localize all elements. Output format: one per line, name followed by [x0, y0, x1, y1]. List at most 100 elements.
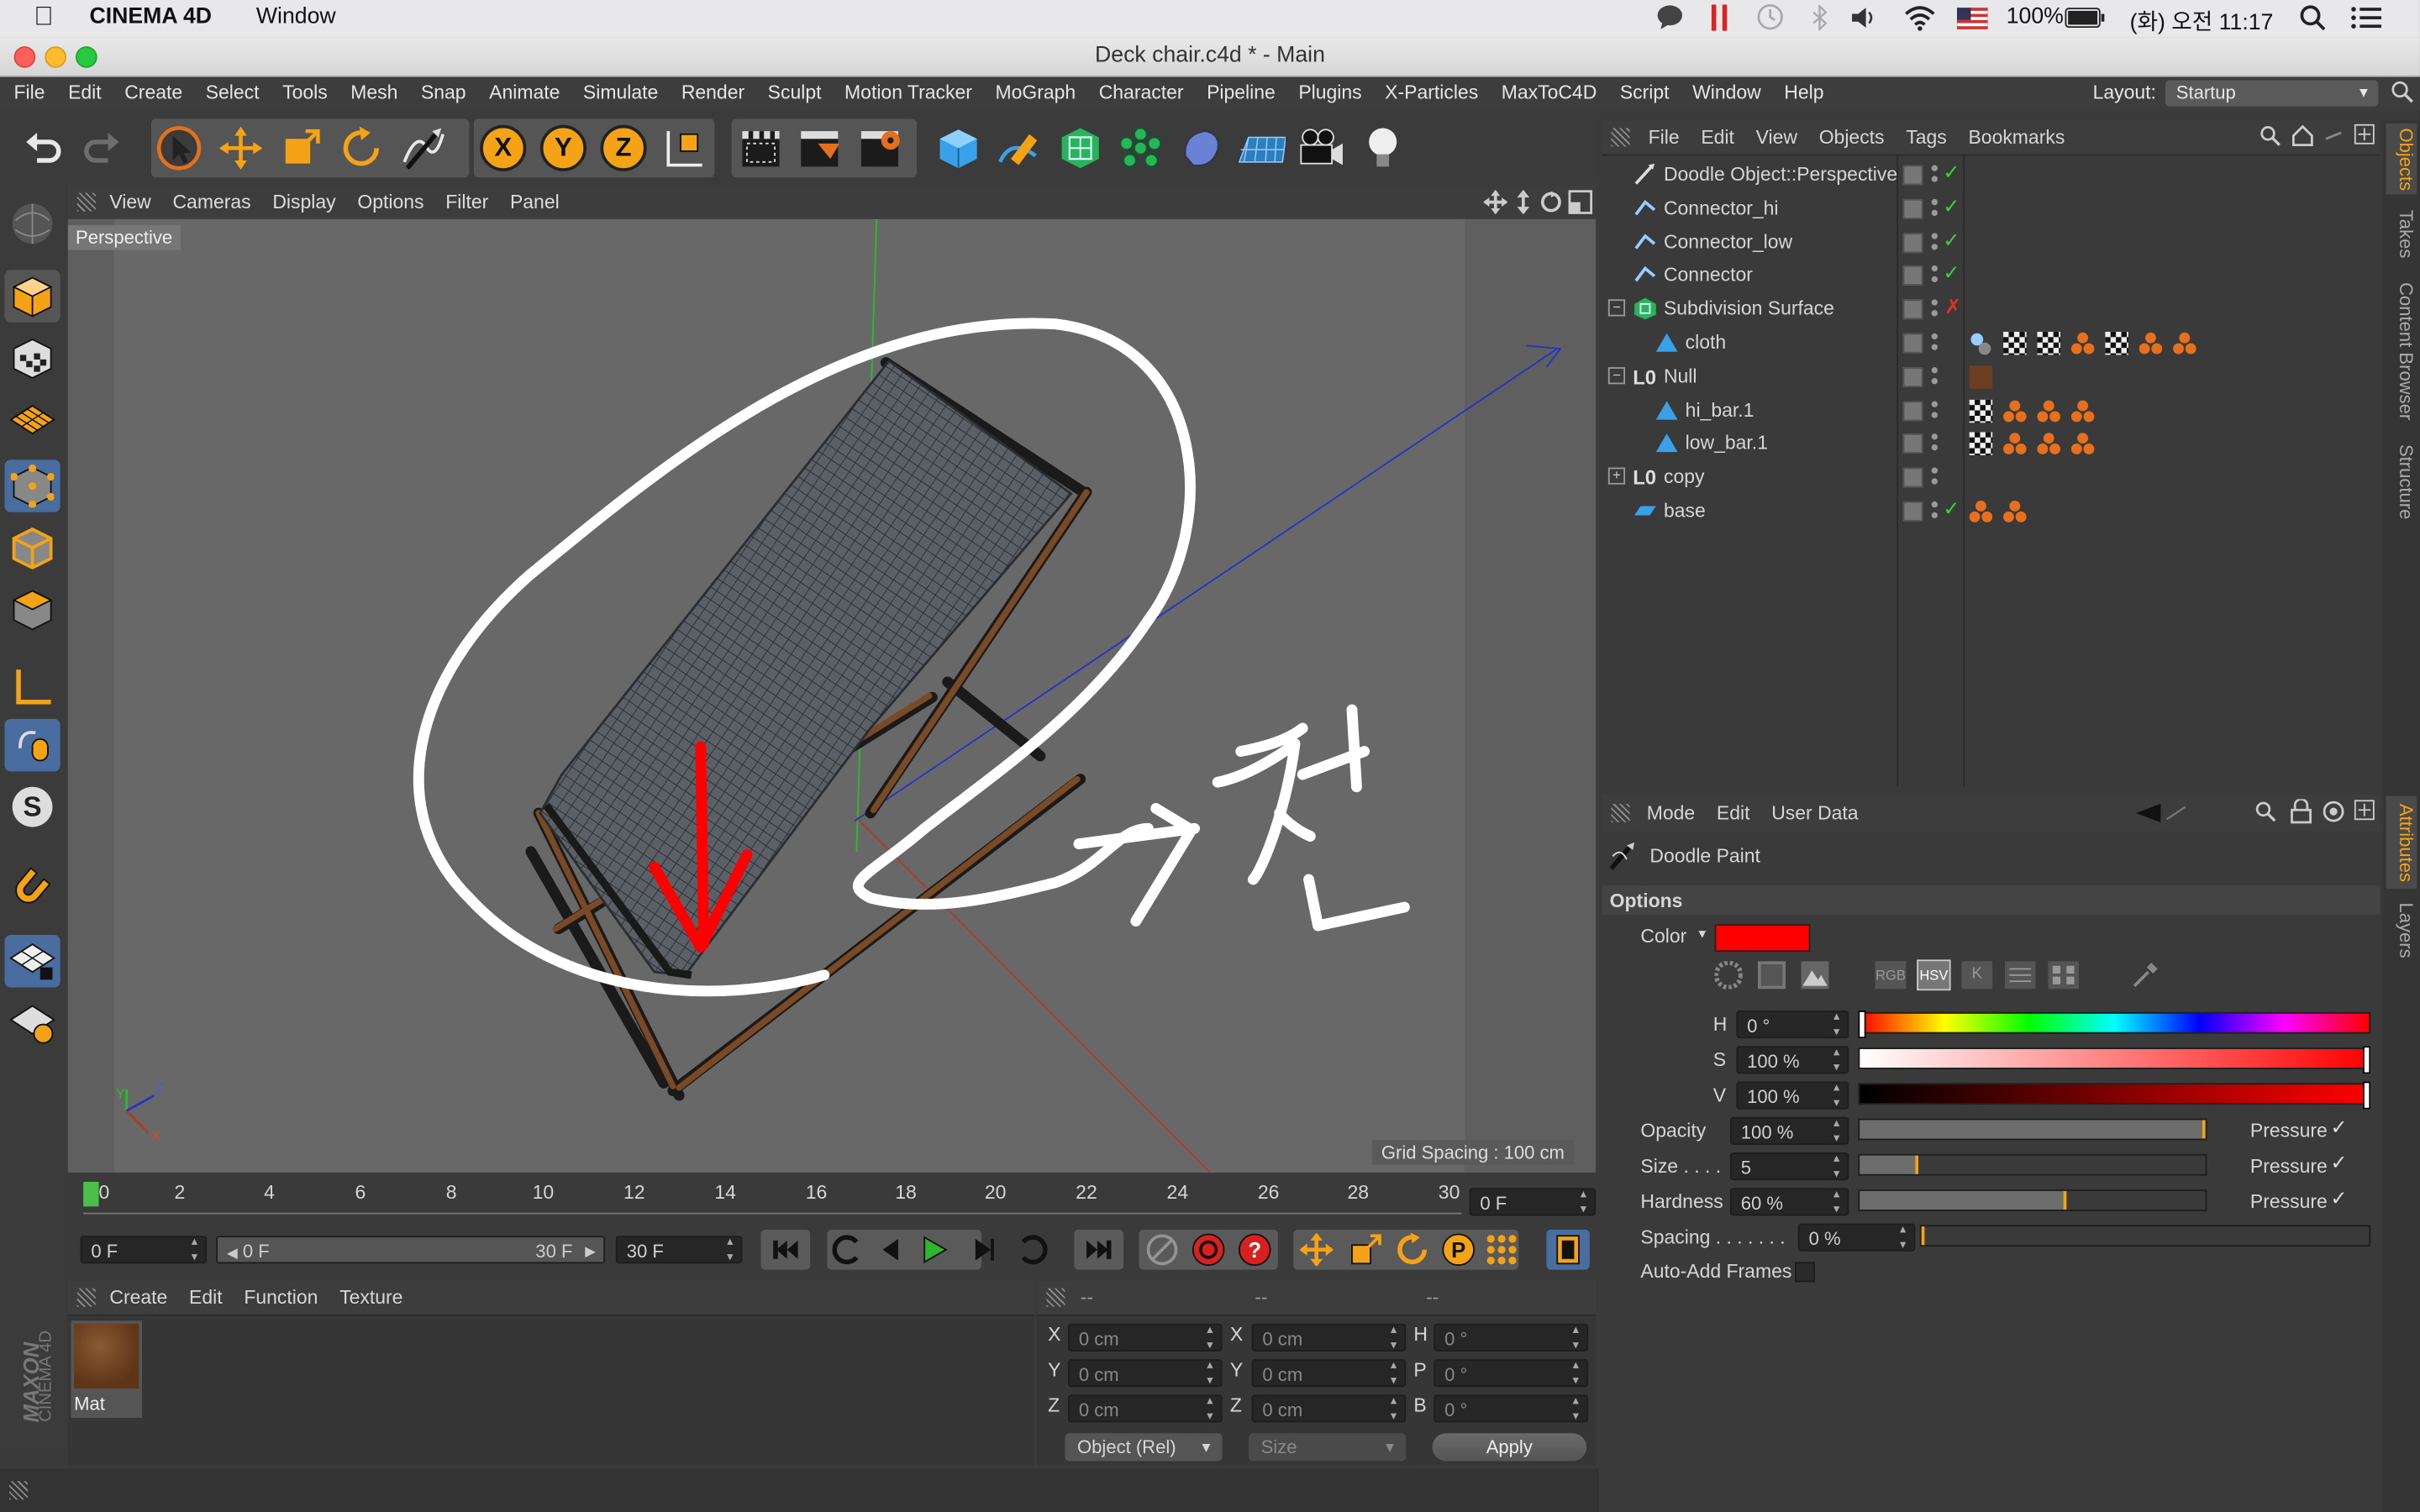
- objects-search-icon[interactable]: [2260, 125, 2281, 151]
- visibility-dots-icon[interactable]: [1931, 263, 1938, 287]
- key-parameter-icon[interactable]: P: [1441, 1233, 1475, 1272]
- tab-objects[interactable]: Objects: [2386, 123, 2417, 195]
- current-frame-field[interactable]: 0 F: [1469, 1186, 1597, 1217]
- viewport-canvas[interactable]: [67, 218, 1597, 1173]
- hardness-pressure-checkbox[interactable]: ✓: [2330, 1186, 2347, 1210]
- tab-content-browser[interactable]: Content Browser: [2386, 275, 2417, 429]
- workplane-mode-icon[interactable]: [5, 393, 60, 445]
- enabled-check-icon[interactable]: ✓: [1943, 194, 1960, 218]
- tab-takes[interactable]: Takes: [2386, 203, 2417, 265]
- tag-icon[interactable]: [2070, 433, 2095, 456]
- spacing-field[interactable]: 0 %: [1797, 1222, 1916, 1252]
- auto-add-frames-checkbox[interactable]: [1795, 1262, 1815, 1283]
- material-swatch[interactable]: Mat: [71, 1320, 142, 1418]
- size-pressure-checkbox[interactable]: ✓: [2330, 1151, 2347, 1175]
- render-view-icon[interactable]: [736, 122, 786, 174]
- size-x-field[interactable]: 0 cm: [1251, 1322, 1407, 1353]
- collapse-icon[interactable]: −: [1607, 366, 1626, 384]
- menu-create[interactable]: Create: [124, 81, 182, 103]
- objects-menu-view[interactable]: View: [1756, 127, 1797, 149]
- viewport-rotate-icon[interactable]: [1539, 190, 1563, 219]
- camera-object-icon[interactable]: [1297, 122, 1346, 174]
- range-right-arrow-icon[interactable]: ▶: [585, 1237, 596, 1265]
- menu-snap[interactable]: Snap: [421, 81, 466, 103]
- timeline-ruler[interactable]: 0 2 4 6 8 10 12 14 16 18 20 22 24 26 28 …: [67, 1175, 1597, 1222]
- menu-mograph[interactable]: MoGraph: [995, 81, 1076, 103]
- menu-animate[interactable]: Animate: [489, 81, 560, 103]
- object-name[interactable]: Null: [1664, 365, 1697, 387]
- menu-script[interactable]: Script: [1620, 81, 1670, 103]
- object-name[interactable]: base: [1664, 500, 1706, 522]
- visibility-dots-icon[interactable]: [1931, 196, 1938, 220]
- value-slider-handle[interactable]: [2362, 1081, 2371, 1110]
- material-menu-texture[interactable]: Texture: [339, 1287, 402, 1309]
- saturation-field[interactable]: 100 %: [1736, 1044, 1849, 1075]
- visibility-dots-icon[interactable]: [1931, 162, 1938, 186]
- swatches-icon[interactable]: [2048, 961, 2080, 994]
- layer-icon[interactable]: [1902, 165, 1923, 186]
- saturation-slider-handle[interactable]: [2362, 1046, 2371, 1074]
- size-field[interactable]: 5: [1729, 1151, 1849, 1182]
- layer-icon[interactable]: [1902, 265, 1923, 286]
- texture-tag-icon[interactable]: [1969, 398, 1993, 423]
- back-arrow-icon[interactable]: [2133, 802, 2188, 828]
- viewport-menu-filter[interactable]: Filter: [445, 192, 488, 213]
- enabled-check-icon[interactable]: ✓: [1943, 261, 1960, 286]
- objects-menu-objects[interactable]: Objects: [1819, 127, 1885, 149]
- menu-motion-tracker[interactable]: Motion Tracker: [844, 81, 972, 103]
- viewport-menu-view[interactable]: View: [109, 192, 150, 213]
- hue-slider-handle[interactable]: [1858, 1011, 1866, 1039]
- rotation-b-field[interactable]: 0 °: [1434, 1394, 1588, 1424]
- menu-edit[interactable]: Edit: [68, 81, 102, 103]
- menu-tools[interactable]: Tools: [282, 81, 328, 103]
- redo-button[interactable]: [77, 122, 127, 174]
- objects-menu-bookmarks[interactable]: Bookmarks: [1968, 127, 2065, 149]
- us-flag-icon[interactable]: [1956, 7, 1989, 35]
- objects-new-window-icon[interactable]: [2354, 123, 2375, 150]
- render-picture-viewer-icon[interactable]: [797, 122, 846, 174]
- attributes-menu-mode[interactable]: Mode: [1647, 802, 1695, 824]
- attributes-search-icon[interactable]: [2254, 801, 2276, 827]
- camera-label[interactable]: Perspective: [67, 225, 181, 250]
- panel-grip-icon[interactable]: [1046, 1288, 1065, 1307]
- object-name[interactable]: Connector_low: [1664, 231, 1792, 253]
- key-position-icon[interactable]: [1299, 1232, 1334, 1272]
- rotate-tool-icon[interactable]: [336, 122, 386, 174]
- texture-tag-icon[interactable]: [2037, 331, 2060, 355]
- record-active-icon[interactable]: [1145, 1233, 1179, 1272]
- eyedropper-icon[interactable]: [2131, 961, 2159, 994]
- tag-icon[interactable]: [2003, 399, 2027, 423]
- key-scale-icon[interactable]: [1349, 1233, 1382, 1272]
- menu-render[interactable]: Render: [681, 81, 744, 103]
- undo-button[interactable]: [18, 122, 68, 174]
- visibility-dots-icon[interactable]: [1931, 431, 1938, 455]
- go-to-start-button[interactable]: [760, 1229, 811, 1270]
- color-swatch[interactable]: [1714, 924, 1811, 953]
- mac-window-menu[interactable]: Window: [256, 5, 336, 29]
- axis-mode-icon[interactable]: [5, 660, 60, 712]
- wifi-icon[interactable]: [1903, 3, 1937, 37]
- viewport-menu-options[interactable]: Options: [357, 192, 424, 213]
- keyframe-selection-icon[interactable]: ?: [1238, 1233, 1271, 1272]
- attributes-menu-user-data[interactable]: User Data: [1771, 802, 1858, 824]
- time-machine-icon[interactable]: [1754, 3, 1786, 37]
- enable-workplane-icon[interactable]: [4, 935, 60, 988]
- z-axis-lock-button[interactable]: Z: [599, 122, 649, 174]
- menu-window[interactable]: Window: [1692, 81, 1761, 103]
- visibility-dots-icon[interactable]: [1931, 297, 1938, 321]
- polygons-mode-icon[interactable]: [5, 583, 60, 635]
- texture-mode-icon[interactable]: [5, 332, 60, 384]
- object-name[interactable]: Doodle Object::Perspective: [1664, 164, 1897, 186]
- key-point-level-icon[interactable]: [1485, 1233, 1518, 1272]
- tag-icon[interactable]: [2003, 500, 2027, 523]
- layer-icon[interactable]: [1902, 333, 1923, 354]
- viewport-move-icon[interactable]: [1483, 189, 1508, 219]
- attributes-new-window-icon[interactable]: [2354, 799, 2375, 825]
- perspective-viewport[interactable]: Y X Z Perspective Grid Spacing : 100 cm: [67, 218, 1597, 1173]
- tweak-mode-icon[interactable]: [4, 718, 60, 772]
- mixer-icon[interactable]: [2004, 961, 2036, 994]
- attributes-menu-edit[interactable]: Edit: [1717, 802, 1750, 824]
- object-name[interactable]: cloth: [1686, 332, 1727, 354]
- enabled-check-icon[interactable]: ✓: [1943, 496, 1960, 521]
- solo-mode-icon[interactable]: S: [5, 780, 60, 832]
